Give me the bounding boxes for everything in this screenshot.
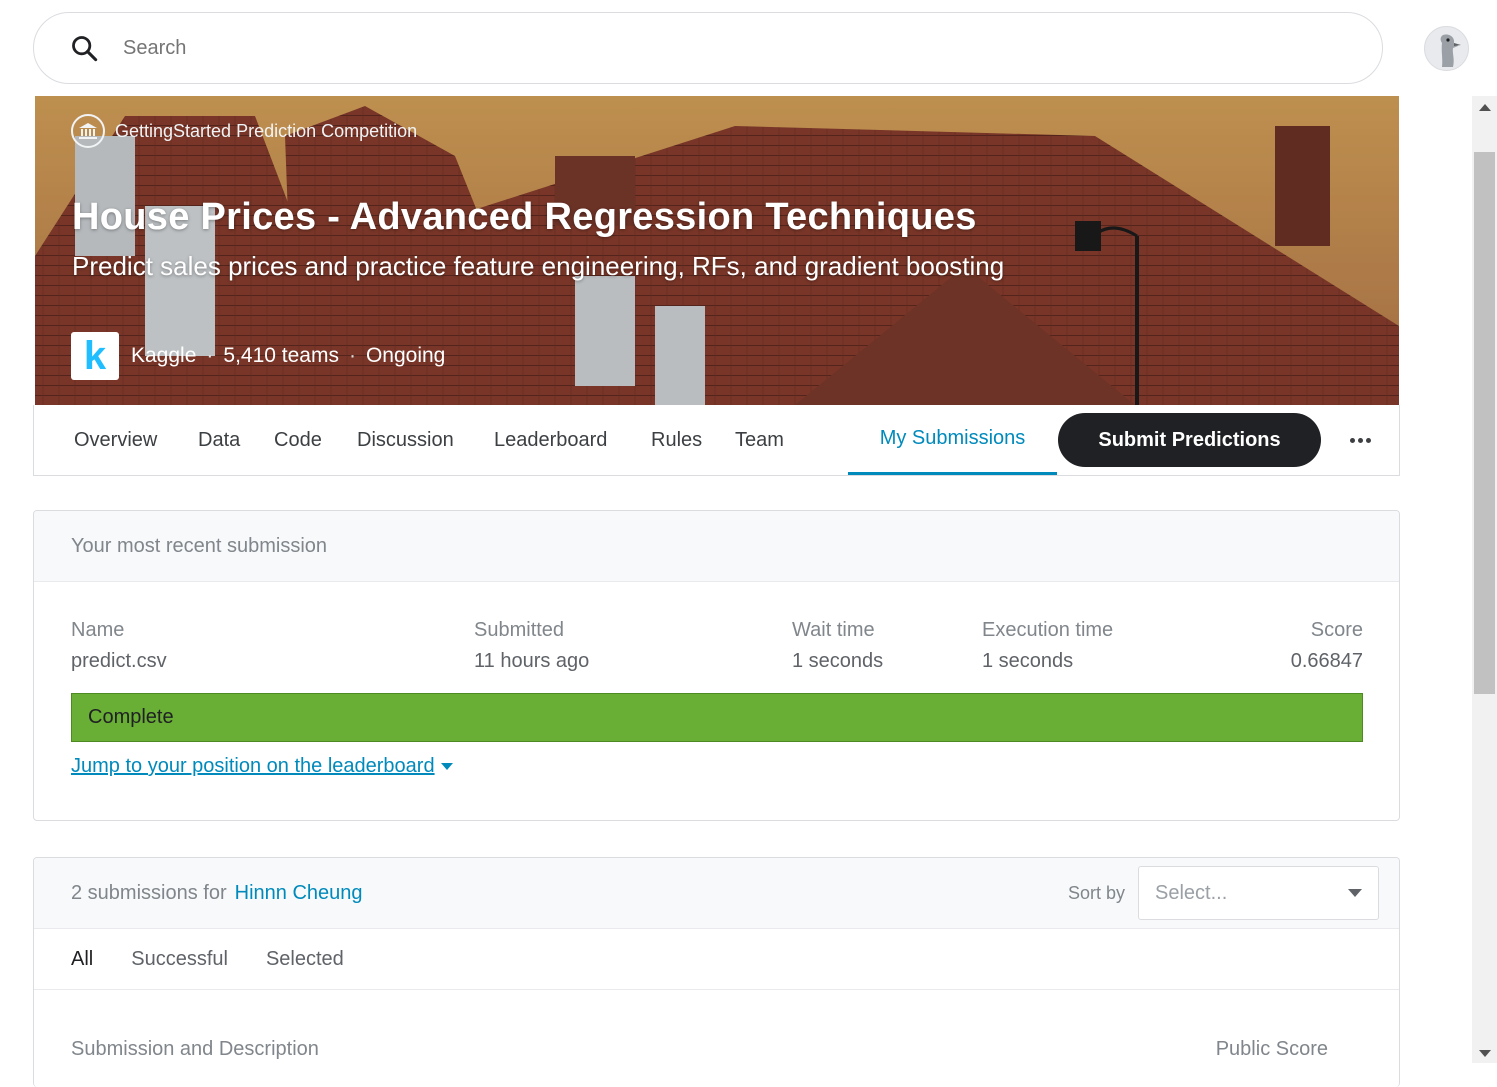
recent-submission-card: Your most recent submission Name predict… bbox=[33, 510, 1400, 821]
filter-selected[interactable]: Selected bbox=[266, 948, 344, 971]
submission-filter-tabs: All Successful Selected bbox=[34, 929, 1399, 990]
user-link[interactable]: Hinnn Cheung bbox=[235, 882, 363, 904]
execution-time-label: Execution time bbox=[982, 619, 1114, 641]
execution-time-value: 1 seconds bbox=[982, 650, 1074, 672]
submission-score: Score 0.66847 bbox=[1291, 619, 1363, 673]
competition-type-label: GettingStarted Prediction Competition bbox=[115, 120, 418, 141]
filter-all[interactable]: All bbox=[71, 948, 93, 971]
scroll-down-arrow-icon[interactable] bbox=[1479, 1050, 1491, 1057]
submissions-card: 2 submissions for Hinnn Cheung Sort by Se… bbox=[33, 857, 1400, 1087]
sort-select-value: Select... bbox=[1155, 881, 1228, 904]
jump-to-leaderboard-link[interactable]: Jump to your position on the leaderboard bbox=[71, 755, 453, 778]
competition-title: House Prices - Advanced Regression Techn… bbox=[72, 196, 977, 238]
wait-time-label: Wait time bbox=[792, 619, 875, 641]
submitted-value: 11 hours ago bbox=[474, 650, 590, 672]
submissions-count-text: 2 submissions for bbox=[71, 881, 227, 904]
filter-successful[interactable]: Successful bbox=[131, 948, 228, 971]
competition-header-banner: GettingStarted Prediction Competition Ho… bbox=[35, 96, 1399, 405]
wait-time-value: 1 seconds bbox=[792, 650, 884, 672]
submitted-label: Submitted bbox=[474, 619, 565, 641]
recent-submission-details: Name predict.csv Submitted 11 hours ago … bbox=[71, 619, 1363, 679]
column-header-public-score: Public Score bbox=[1215, 1038, 1328, 1060]
page-scrollbar[interactable] bbox=[1472, 96, 1497, 1063]
search-bar[interactable] bbox=[33, 12, 1383, 84]
competition-status: Ongoing bbox=[365, 344, 446, 367]
tab-team[interactable]: Team bbox=[735, 405, 784, 475]
sort-label: Sort by bbox=[1067, 882, 1125, 903]
kaggle-logo[interactable]: k bbox=[71, 332, 119, 380]
submissions-header: 2 submissions for Hinnn Cheung Sort by Se… bbox=[34, 858, 1399, 929]
name-value: predict.csv bbox=[71, 650, 167, 672]
tab-leaderboard[interactable]: Leaderboard bbox=[494, 405, 607, 475]
tab-data[interactable]: Data bbox=[198, 405, 240, 475]
submissions-table-header: Submission and Description Public Score bbox=[34, 1038, 1399, 1061]
search-input[interactable] bbox=[123, 36, 1223, 60]
kaggle-logo-letter: k bbox=[83, 333, 107, 378]
bank-icon bbox=[71, 114, 105, 148]
name-label: Name bbox=[71, 619, 125, 641]
score-label: Score bbox=[1310, 619, 1363, 641]
submissions-count: 2 submissions for Hinnn Cheung bbox=[71, 882, 363, 905]
submission-name: Name predict.csv bbox=[71, 619, 167, 673]
more-options-icon[interactable] bbox=[1342, 427, 1378, 453]
status-bar: Complete bbox=[71, 693, 1363, 742]
bird-avatar-icon bbox=[1440, 34, 1461, 67]
search-icon bbox=[72, 36, 98, 62]
tab-discussion[interactable]: Discussion bbox=[357, 405, 454, 475]
submit-predictions-button[interactable]: Submit Predictions bbox=[1058, 413, 1321, 467]
sort-select[interactable]: Select... bbox=[1138, 866, 1379, 920]
score-value: 0.66847 bbox=[1290, 650, 1363, 672]
scroll-up-arrow-icon[interactable] bbox=[1479, 104, 1491, 111]
competition-type: GettingStarted Prediction Competition bbox=[71, 114, 417, 148]
submission-submitted: Submitted 11 hours ago bbox=[474, 619, 589, 673]
recent-submission-header: Your most recent submission bbox=[34, 511, 1399, 582]
scrollbar-thumb[interactable] bbox=[1474, 152, 1495, 694]
tab-overview[interactable]: Overview bbox=[74, 405, 157, 475]
teams-count: 5,410 teams bbox=[223, 344, 339, 367]
submission-execution-time: Execution time 1 seconds bbox=[982, 619, 1113, 673]
jump-link-label: Jump to your position on the leaderboard bbox=[71, 755, 435, 777]
column-header-description: Submission and Description bbox=[71, 1038, 319, 1060]
submission-wait-time: Wait time 1 seconds bbox=[792, 619, 883, 673]
meta-separator: · bbox=[348, 344, 356, 367]
competition-tabs: Overview Data Code Discussion Leaderboar… bbox=[33, 405, 1400, 476]
sort-control: Sort by Select... bbox=[1068, 866, 1379, 920]
tab-code[interactable]: Code bbox=[274, 405, 322, 475]
tab-rules[interactable]: Rules bbox=[651, 405, 702, 475]
caret-down-icon bbox=[440, 763, 453, 770]
avatar[interactable] bbox=[1424, 26, 1469, 71]
tab-my-submissions[interactable]: My Submissions bbox=[848, 405, 1057, 475]
competition-meta: k Kaggle · 5,410 teams · Ongoing bbox=[71, 332, 445, 380]
host-name[interactable]: Kaggle bbox=[131, 344, 196, 368]
competition-subtitle: Predict sales prices and practice featur… bbox=[72, 251, 1005, 281]
meta-separator: · bbox=[206, 344, 214, 367]
chevron-down-icon bbox=[1348, 889, 1362, 897]
